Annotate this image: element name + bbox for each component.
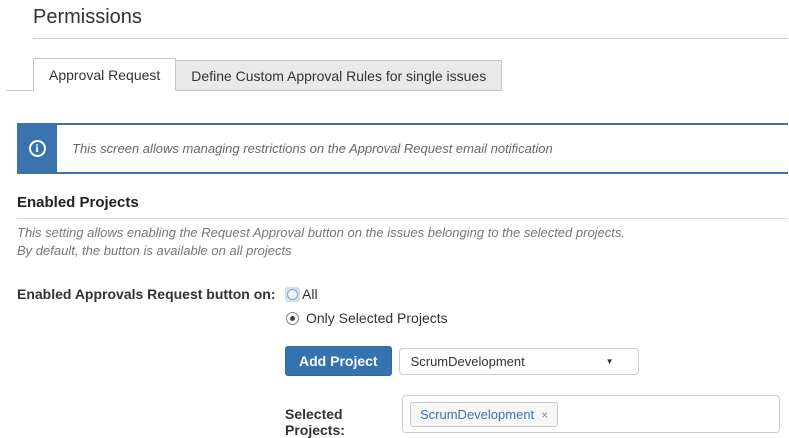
project-select-value: ScrumDevelopment bbox=[411, 354, 525, 369]
radio-all-unselected-icon bbox=[287, 289, 298, 300]
enabled-approvals-field-label: Enabled Approvals Request button on: bbox=[17, 286, 285, 302]
tab-bar: Approval Request Define Custom Approval … bbox=[0, 58, 789, 91]
tab-approval-request[interactable]: Approval Request bbox=[33, 58, 176, 91]
radio-option-all[interactable]: All bbox=[285, 286, 448, 302]
radio-selected-dot bbox=[290, 316, 295, 321]
info-banner: i This screen allows managing restrictio… bbox=[17, 123, 788, 174]
radio-selected-icon bbox=[286, 312, 299, 325]
enabled-approvals-field-row: Enabled Approvals Request button on: All… bbox=[0, 286, 789, 326]
project-select-dropdown[interactable]: ScrumDevelopment ▼ bbox=[399, 348, 639, 375]
radio-option-only-selected-projects[interactable]: Only Selected Projects bbox=[285, 310, 448, 326]
radio-all-focus-ring[interactable] bbox=[285, 287, 300, 302]
enabled-projects-heading: Enabled Projects bbox=[17, 194, 788, 219]
add-project-row: Add Project ScrumDevelopment ▼ bbox=[285, 346, 789, 376]
tab-define-custom-approval-rules-label: Define Custom Approval Rules for single … bbox=[191, 68, 486, 84]
tab-define-custom-approval-rules[interactable]: Define Custom Approval Rules for single … bbox=[176, 60, 502, 91]
project-tag: ScrumDevelopment × bbox=[410, 402, 558, 427]
radio-only-selected-label: Only Selected Projects bbox=[306, 310, 448, 326]
selected-projects-label: Selected Projects: bbox=[285, 395, 402, 438]
tab-bar-lead-rule bbox=[7, 58, 33, 91]
enabled-projects-description-line2: By default, the button is available on a… bbox=[17, 242, 789, 260]
info-banner-icon-cell: i bbox=[17, 125, 57, 172]
remove-tag-icon[interactable]: × bbox=[541, 408, 548, 422]
enabled-projects-description-line1: This setting allows enabling the Request… bbox=[17, 224, 789, 242]
tab-approval-request-label: Approval Request bbox=[49, 67, 160, 83]
page-title: Permissions bbox=[33, 6, 789, 29]
radio-all-label: All bbox=[302, 286, 318, 302]
add-project-button[interactable]: Add Project bbox=[285, 346, 392, 376]
info-icon: i bbox=[29, 140, 46, 157]
title-divider bbox=[33, 38, 788, 39]
selected-projects-row: Selected Projects: ScrumDevelopment × bbox=[285, 395, 789, 438]
projects-scope-radio-group: All Only Selected Projects bbox=[285, 286, 448, 326]
selected-projects-input[interactable]: ScrumDevelopment × bbox=[402, 395, 780, 433]
info-banner-text: This screen allows managing restrictions… bbox=[57, 125, 788, 172]
chevron-down-icon: ▼ bbox=[606, 357, 614, 366]
project-tag-label: ScrumDevelopment bbox=[420, 407, 534, 422]
